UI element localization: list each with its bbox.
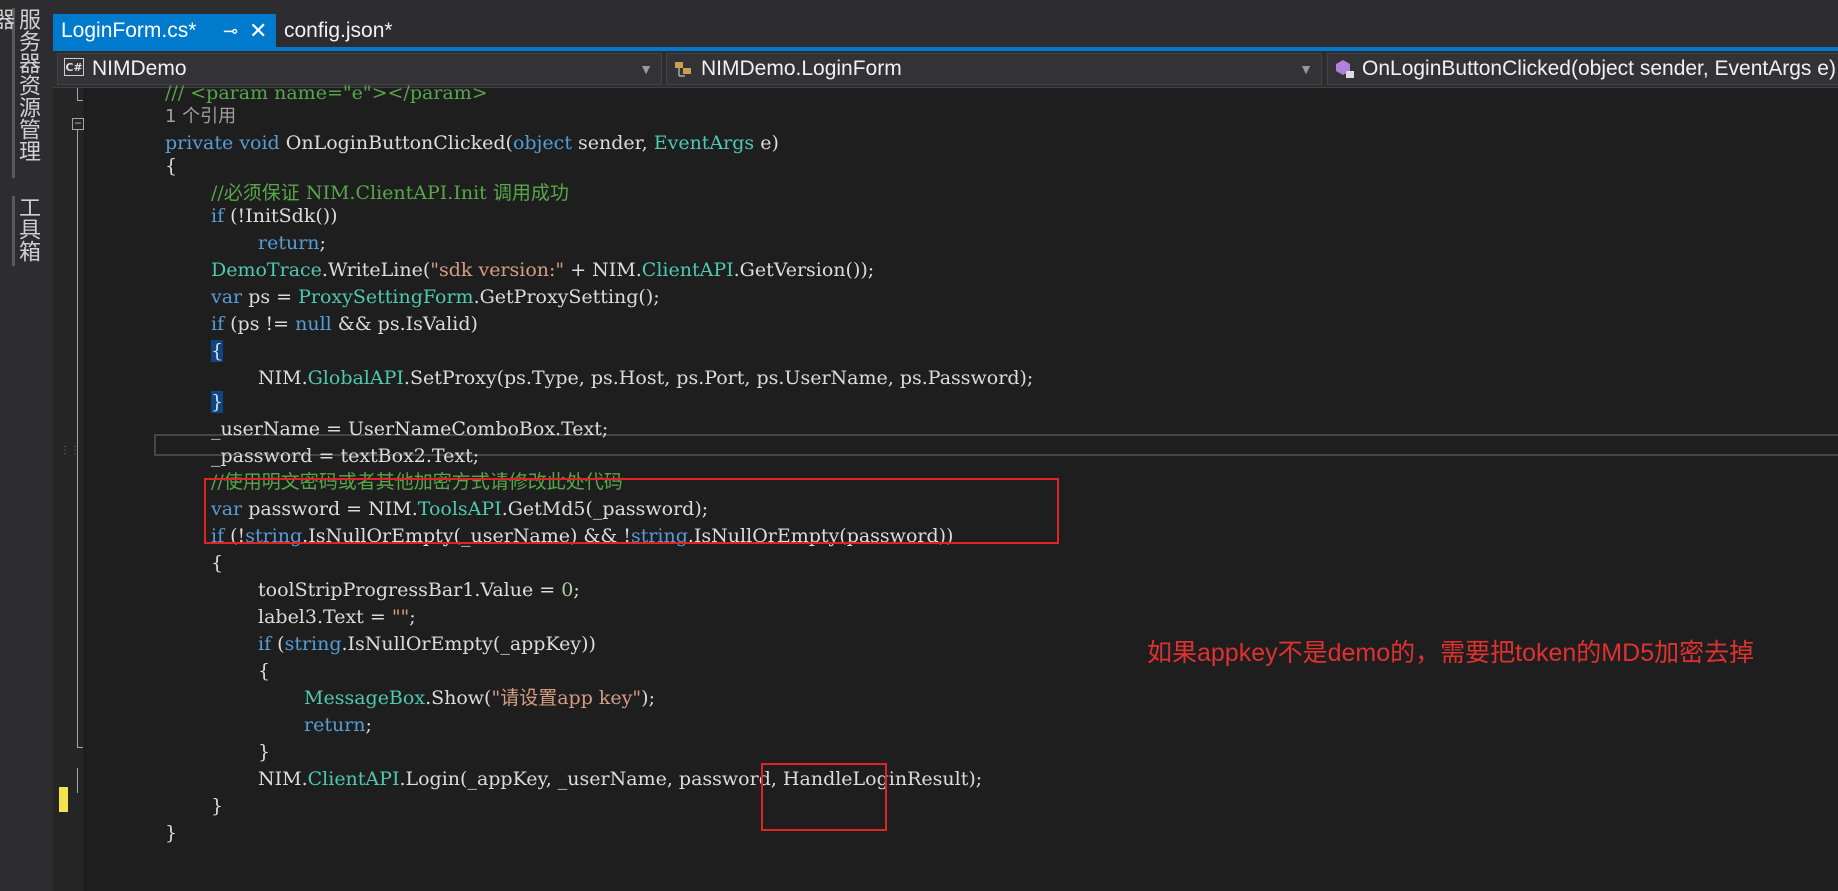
member-name: OnLoginButtonClicked(object sender, Even…: [1362, 57, 1836, 80]
close-icon[interactable]: ✕: [249, 14, 267, 48]
server-explorer-tab[interactable]: 服务器资源管理器: [0, 8, 41, 178]
code-line: }: [165, 822, 178, 844]
code-line: _userName = UserNameComboBox.Text;: [211, 418, 609, 440]
collapse-icon[interactable]: −: [72, 117, 84, 130]
class-dropdown[interactable]: NIMDemo.LoginForm ▼: [666, 53, 1322, 85]
toolbox-tab[interactable]: 工具箱: [12, 196, 41, 266]
class-name: NIMDemo.LoginForm: [701, 57, 902, 80]
outlining-margin: −: [59, 88, 173, 891]
code-line: {: [211, 552, 224, 574]
annotation-note: 如果appkey不是demo的，需要把token的MD5加密去掉: [1147, 639, 1755, 667]
code-line: var ps = ProxySettingForm.GetProxySettin…: [211, 286, 660, 308]
tab-loginform[interactable]: LoginForm.cs* ⊸ ✕: [53, 14, 276, 48]
highlight-box-encryption: [204, 478, 1059, 544]
outline-tick: [77, 100, 83, 101]
code-line: {: [211, 340, 224, 362]
class-icon: [675, 62, 691, 77]
code-line: NIM.GlobalAPI.SetProxy(ps.Type, ps.Host,…: [258, 367, 1034, 389]
code-line: _password = textBox2.Text;: [211, 445, 480, 467]
code-line: label3.Text = "";: [258, 606, 416, 628]
reference-count-link[interactable]: 1 个引用: [165, 103, 236, 130]
outline-line: [77, 88, 78, 100]
tab-label: config.json*: [284, 19, 393, 42]
code-line: {: [165, 155, 178, 177]
code-line: private void OnLoginButtonClicked(object…: [165, 132, 779, 154]
code-line: if (!InitSdk()): [211, 205, 338, 227]
code-line: toolStripProgressBar1.Value = 0;: [258, 579, 580, 601]
tab-config-json[interactable]: config.json*: [276, 14, 416, 48]
code-line: }: [211, 391, 224, 413]
splitter-grip-icon[interactable]: ⋮⋮: [60, 445, 80, 456]
pin-icon[interactable]: ⊸: [223, 14, 238, 48]
code-line: return;: [258, 232, 326, 254]
code-line: MessageBox.Show("请设置app key");: [304, 687, 655, 709]
private-method-icon: [1336, 60, 1354, 78]
outline-line: [77, 768, 78, 793]
side-tool-strip: 服务器资源管理器 工具箱: [0, 0, 54, 891]
code-line: }: [211, 795, 224, 817]
code-line: }: [258, 741, 271, 763]
unsaved-change-marker: [59, 787, 68, 812]
chevron-down-icon[interactable]: ▼: [639, 54, 653, 84]
code-line: return;: [304, 714, 372, 736]
code-line: DemoTrace.WriteLine("sdk version:" + NIM…: [211, 259, 875, 281]
tab-label: LoginForm.cs*: [61, 19, 197, 42]
outline-line: [77, 130, 78, 747]
chevron-down-icon[interactable]: ▼: [1299, 54, 1313, 84]
editor-gutter: ⋮⋮: [53, 88, 83, 891]
outline-tick: [77, 747, 83, 748]
code-line: {: [258, 660, 271, 682]
highlight-box-password-arg: [761, 763, 887, 831]
code-line: if (ps != null && ps.IsValid): [211, 313, 478, 335]
code-line: if (string.IsNullOrEmpty(_appKey)): [258, 633, 596, 655]
csharp-project-icon: C#: [64, 58, 84, 76]
member-dropdown[interactable]: OnLoginButtonClicked(object sender, Even…: [1327, 53, 1838, 85]
